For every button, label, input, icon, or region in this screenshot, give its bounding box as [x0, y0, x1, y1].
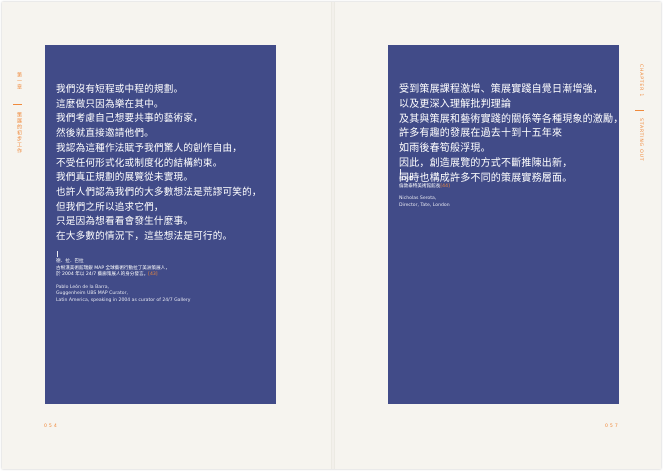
quote-line: 及其與策展和藝術實踐的關係等各種現象的激勵， [399, 113, 624, 125]
footnote-ref[interactable]: [43] [148, 272, 157, 277]
attribution-en-line: Director, Tate, London [399, 202, 450, 208]
book-spread: 第一章 策展的初步工作 我們沒有短程或中程的規劃。 這麼做只因為樂在其中。 我們… [2, 2, 661, 469]
attribution-marker [400, 169, 401, 175]
left-page-number: 054 [44, 424, 59, 429]
left-quote-text: 我們沒有短程或中程的規劃。 這麼做只因為樂在其中。 我們考慮自己想要共事的藝術家… [56, 83, 271, 245]
right-side-rule [635, 110, 644, 111]
quote-line: 我們沒有短程或中程的規劃。 [56, 84, 184, 95]
attribution-en-line: Nicholas Serota, [399, 196, 437, 202]
right-side-title: STARTING OUT [638, 118, 643, 162]
quote-line: 在大多數的情況下，這些想法是可行的。 [56, 231, 233, 243]
quote-line: 然後就直接邀請他們。 [56, 128, 154, 140]
attribution-role-line: 倫敦泰特美術館館長 [399, 183, 441, 189]
left-side-chapter: 第一章 [16, 72, 22, 90]
quote-line: 我們真正規劃的展覽從未實現。 [56, 172, 194, 184]
quote-line: 但我們之所以追求它們， [56, 201, 164, 213]
quote-line: 我認為這種作法賦予我們驚人的創作自由， [56, 142, 243, 154]
attribution-english: Nicholas Serota, Director, Tate, London [399, 196, 450, 209]
footnote-ref[interactable]: [44] [440, 184, 449, 189]
quote-line: 我們考慮自己想要共事的藝術家， [56, 113, 203, 125]
attribution-role: 於 2004 年以 24/7 藝廊策展人的身分發言。[43] [56, 272, 190, 279]
quote-line: 這麼做只因為樂在其中。 [56, 98, 164, 110]
attribution-role: 倫敦泰特美術館館長[44] [399, 184, 450, 191]
quote-line: 受到策展課程激增、策展實踐自覺日漸增強， [399, 84, 603, 95]
attribution-name: 德．拉．巴拉 [56, 259, 84, 264]
quote-line: 許多有趣的發展在過去十到十五年來 [399, 128, 563, 140]
right-page-number: 057 [605, 424, 620, 429]
left-side-rule [13, 104, 22, 105]
right-side-chapter: CHAPTER 1 [638, 64, 643, 98]
left-attribution: 德．拉．巴拉 古根漢美術館瑞銀 MAP 全球藝術行動拉丁美洲策展人， 於 200… [56, 251, 190, 305]
attribution-marker [57, 251, 58, 257]
left-quote-panel: 我們沒有短程或中程的規劃。 這麼做只因為樂在其中。 我們考慮自己想要共事的藝術家… [45, 45, 276, 404]
quote-line: 也許人們認為我們的大多數想法是荒謬可笑的， [56, 186, 262, 198]
attribution-english: Pablo León de la Barra, Guggenheim UBS M… [56, 285, 190, 305]
attribution-en-line: Latin America, speaking in 2004 as curat… [56, 297, 191, 303]
quote-line: 不受任何形式化或制度化的結構約束。 [56, 157, 223, 169]
left-side-labels: 第一章 策展的初步工作 [13, 72, 26, 192]
right-attribution: 蔡洛塔 倫敦泰特美術館館長[44] Nicholas Serota, Direc… [399, 169, 450, 209]
book-gutter [331, 2, 335, 469]
quote-line: 如雨後春筍般浮現。 [399, 143, 491, 155]
left-side-title: 策展的初步工作 [16, 112, 22, 154]
attribution-en-line: Guggenheim UBS MAP Curator, [56, 291, 128, 297]
quote-line: 只是因為想看看會發生什麼事。 [56, 216, 194, 228]
attribution-role-line: 於 2004 年以 24/7 藝廊策展人的身分發言。 [56, 272, 149, 278]
right-side-labels: CHAPTER 1 STARTING OUT [635, 64, 648, 184]
quote-line: 以及更深入理解批判理論 [399, 98, 512, 110]
attribution-role-line: 古根漢美術館瑞銀 MAP 全球藝術行動拉丁美洲策展人， [56, 265, 170, 271]
attribution-name: 蔡洛塔 [399, 177, 413, 182]
right-quote-panel: 受到策展課程激增、策展實踐自覺日漸增強， 以及更深入理解批判理論 及其與策展和藝… [388, 45, 624, 404]
